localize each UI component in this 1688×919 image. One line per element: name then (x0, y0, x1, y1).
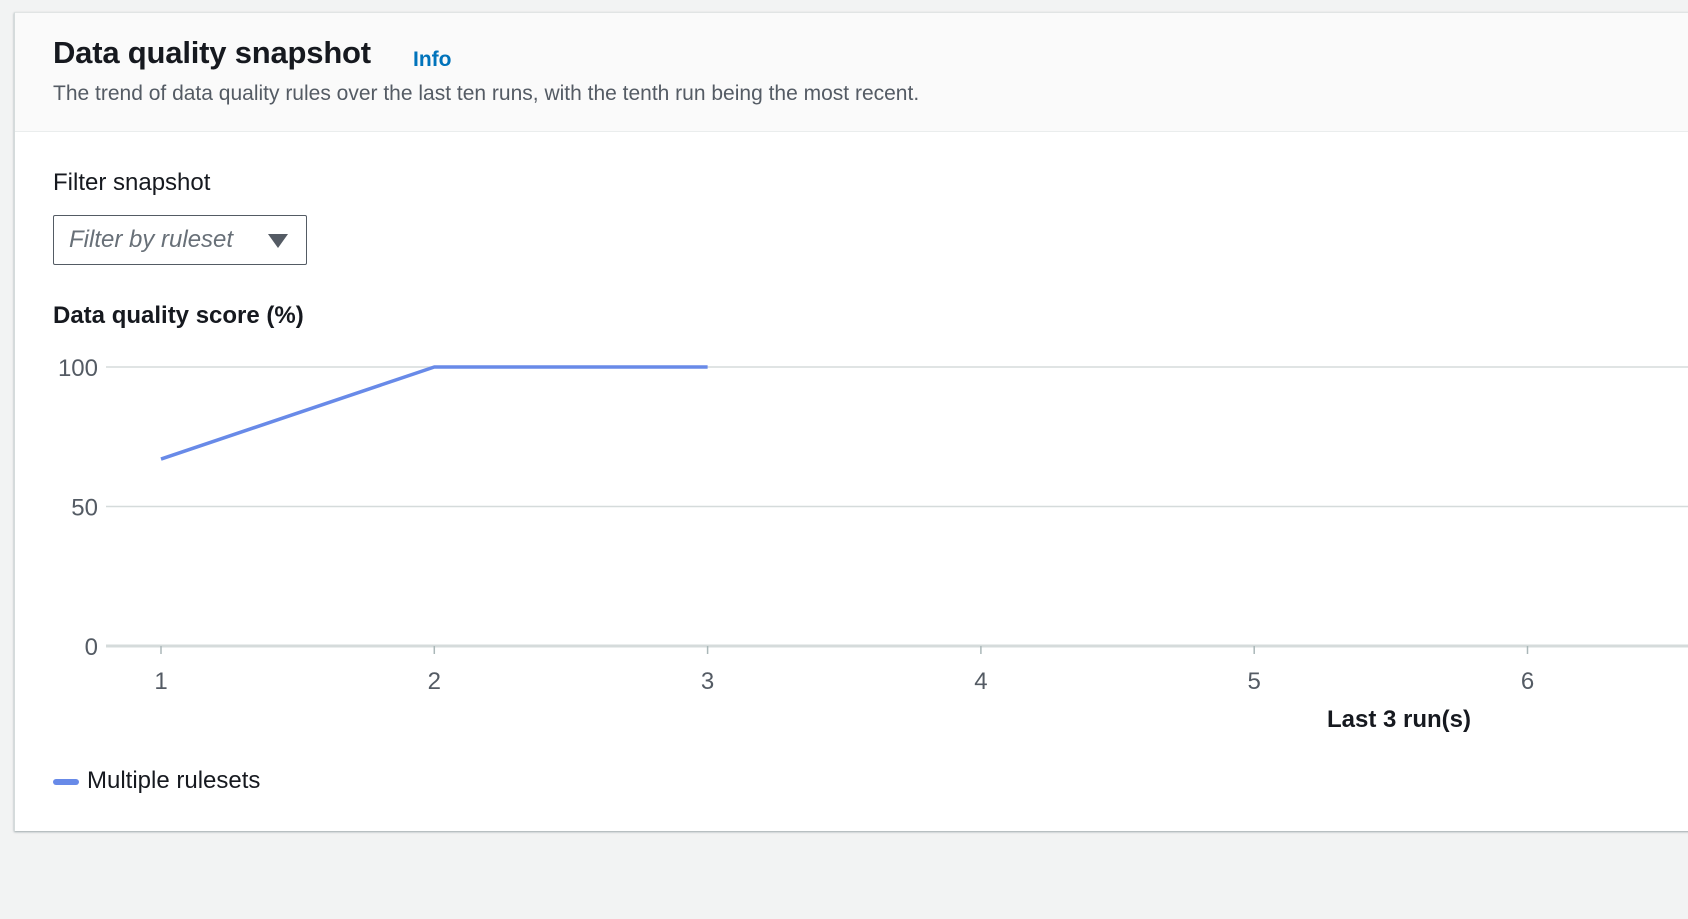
x-axis-label: Last 3 run(s) (1327, 706, 1471, 733)
legend-swatch (53, 779, 79, 785)
y-tick-label: 0 (85, 634, 98, 661)
y-tick-label: 50 (71, 495, 98, 522)
series-line (161, 367, 708, 459)
y-tick-label: 100 (58, 355, 98, 382)
x-tick-label: 6 (1521, 668, 1534, 695)
data-quality-snapshot-panel: Data quality snapshot Info The trend of … (14, 12, 1688, 831)
x-tick-label: 1 (154, 668, 167, 695)
x-tick-label: 5 (1248, 668, 1261, 695)
x-tick-label: 2 (428, 668, 441, 695)
x-tick-label: 4 (974, 668, 987, 695)
x-tick-label: 3 (701, 668, 714, 695)
legend-label: Multiple rulesets (87, 767, 260, 795)
